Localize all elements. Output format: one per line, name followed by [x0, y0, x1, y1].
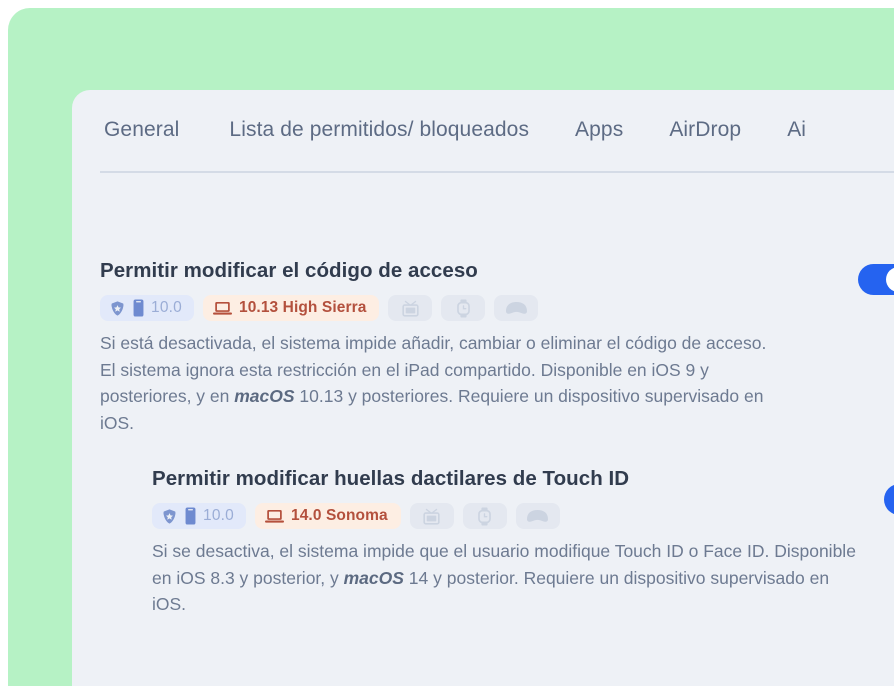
watch-icon	[456, 299, 471, 318]
watch-icon	[477, 507, 492, 526]
badge-tvos-touchid	[409, 503, 454, 529]
badge-watchos-passcode	[441, 295, 486, 321]
desc-macos-emphasis: macOS	[343, 567, 404, 588]
tab-allow-block-list[interactable]: Lista de permitidos/ bloqueados	[229, 118, 529, 144]
setting-title-passcode: Permitir modificar el código de acceso	[100, 259, 478, 282]
tv-icon	[422, 508, 441, 525]
tab-apps[interactable]: Apps	[575, 118, 623, 144]
badge-ios-version-touchid: 10.0	[203, 507, 234, 525]
iphone-icon	[133, 299, 144, 317]
tab-general[interactable]: General	[104, 118, 179, 144]
settings-card: General Lista de permitidos/ bloqueados …	[72, 90, 894, 686]
supervised-shield-icon	[109, 300, 126, 317]
toggle-knob	[886, 267, 894, 292]
laptop-icon	[264, 509, 284, 524]
iphone-icon	[185, 507, 196, 525]
badge-ios-touchid: 10.0	[152, 503, 246, 529]
badge-macos-touchid: 14.0 Sonoma	[254, 503, 401, 529]
badge-macos-version-passcode: 10.13 High Sierra	[238, 299, 367, 317]
platform-badge-row-touchid: 10.0 14.0 Sonoma	[152, 503, 894, 529]
setting-title-touchid: Permitir modificar huellas dactilares de…	[152, 467, 630, 490]
tab-bar: General Lista de permitidos/ bloqueados …	[72, 90, 894, 172]
toggle-passcode[interactable]	[858, 264, 894, 295]
setting-row-passcode: Permitir modificar el código de acceso 1…	[72, 174, 894, 436]
vision-pro-icon	[526, 509, 549, 523]
tab-divider	[100, 171, 894, 173]
desc-macos-emphasis: macOS	[234, 386, 295, 406]
badge-ios-passcode: 10.0	[100, 295, 194, 321]
badge-ios-version-passcode: 10.0	[151, 299, 182, 317]
app-root: General Lista de permitidos/ bloqueados …	[0, 0, 894, 686]
vision-pro-icon	[505, 301, 528, 315]
laptop-icon	[212, 301, 232, 316]
setting-row-touchid: Permitir modificar huellas dactilares de…	[72, 436, 894, 618]
tab-airdrop[interactable]: AirDrop	[669, 118, 741, 144]
tab-airplay-truncated[interactable]: Ai	[787, 118, 806, 144]
setting-description-touchid: Si se desactiva, el sistema impide que e…	[152, 538, 864, 618]
badge-visionos-touchid	[515, 503, 560, 529]
settings-content: Permitir modificar el código de acceso 1…	[72, 174, 894, 686]
badge-macos-passcode: 10.13 High Sierra	[202, 295, 380, 321]
badge-tvos-passcode	[388, 295, 433, 321]
setting-row-cutoff: Permitir usar Touch ID al obtener un din…	[72, 668, 894, 686]
badge-visionos-passcode	[494, 295, 539, 321]
platform-badge-row-passcode: 10.0 10.13 High Sierra	[100, 295, 894, 321]
badge-macos-version-touchid: 14.0 Sonoma	[290, 507, 388, 525]
badge-watchos-touchid	[462, 503, 507, 529]
supervised-shield-icon	[161, 508, 178, 525]
tv-icon	[401, 300, 420, 317]
setting-description-passcode: Si está desactivada, el sistema impide a…	[100, 330, 776, 436]
